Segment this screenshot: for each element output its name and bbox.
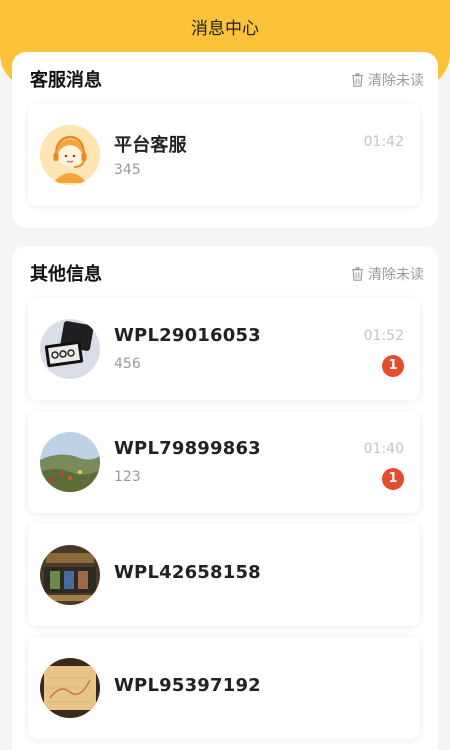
conversation-time: 01:52 [363, 328, 404, 344]
landscape-thumbnail-icon [40, 432, 100, 492]
section-title-service: 客服消息 [30, 70, 102, 91]
other-messages-section: 其他信息 清除未读 WPL29016053 456 01:52 1 WPL798… [12, 246, 438, 750]
conversation-item[interactable]: WPL79899863 123 01:40 1 [28, 411, 420, 513]
conversation-preview: 345 [114, 162, 141, 178]
conversation-name: WPL79899863 [114, 438, 261, 459]
conversation-item[interactable]: 平台客服 345 01:42 [28, 104, 420, 206]
headset-agent-icon [40, 125, 100, 185]
service-messages-section: 客服消息 清除未读 平台客服 345 01:42 [12, 52, 438, 228]
conversation-name: WPL95397192 [114, 675, 261, 696]
game-console-thumbnail-icon [40, 319, 100, 379]
support-agent-avatar [40, 125, 100, 185]
map-thumbnail-icon [40, 658, 100, 718]
trash-icon [352, 73, 363, 87]
clear-unread-label: 清除未读 [368, 73, 424, 89]
conversation-name: WPL42658158 [114, 562, 261, 583]
conversation-name: 平台客服 [114, 135, 187, 156]
conversation-item[interactable]: WPL42658158 [28, 524, 420, 626]
conversation-item[interactable]: WPL95397192 [28, 637, 420, 739]
conversation-preview: 456 [114, 356, 141, 372]
section-title-other: 其他信息 [30, 264, 102, 285]
conversation-time: 01:42 [363, 134, 404, 150]
trash-icon [352, 267, 363, 281]
unread-badge: 1 [382, 468, 404, 490]
conversation-name: WPL29016053 [114, 325, 261, 346]
clear-unread-button[interactable]: 清除未读 [351, 264, 424, 284]
conversation-item[interactable]: WPL29016053 456 01:52 1 [28, 298, 420, 400]
clear-unread-label: 清除未读 [368, 267, 424, 283]
conversation-preview: 123 [114, 469, 141, 485]
unread-badge: 1 [382, 355, 404, 377]
page-title: 消息中心 [191, 19, 259, 39]
game-board-thumbnail-icon [40, 545, 100, 605]
conversation-time: 01:40 [363, 441, 404, 457]
clear-unread-button[interactable]: 清除未读 [351, 70, 424, 90]
